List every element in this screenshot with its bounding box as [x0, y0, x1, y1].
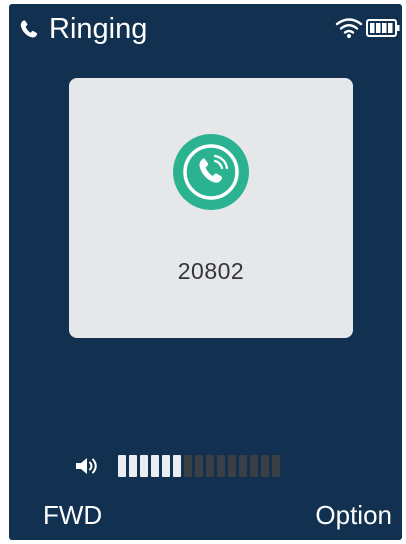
wifi-icon [335, 18, 363, 38]
phone-handset-icon [20, 20, 38, 38]
volume-segment [217, 455, 225, 477]
volume-segment [173, 455, 181, 477]
volume-segment [239, 455, 247, 477]
call-card: 20802 [69, 78, 353, 338]
status-bar: Ringing [9, 4, 402, 54]
speaker-icon [76, 458, 97, 474]
volume-segment [272, 455, 280, 477]
volume-segment [261, 455, 269, 477]
volume-segment [129, 455, 137, 477]
volume-segment [195, 455, 203, 477]
battery-icon [366, 19, 400, 37]
fwd-softkey[interactable]: FWD [43, 500, 102, 530]
volume-segment [140, 455, 148, 477]
volume-segment [206, 455, 214, 477]
option-softkey[interactable]: Option [315, 500, 392, 530]
volume-segment [151, 455, 159, 477]
volume-segment [162, 455, 170, 477]
call-status-text: Ringing [49, 13, 148, 45]
volume-level-bar[interactable] [118, 455, 280, 477]
incoming-call-icon [173, 134, 249, 210]
caller-number: 20802 [177, 258, 245, 284]
volume-segment [184, 455, 192, 477]
phone-screen: Ringing 20802 FWD Option [9, 4, 402, 540]
volume-segment [228, 455, 236, 477]
volume-segment [250, 455, 258, 477]
volume-segment [118, 455, 126, 477]
volume-control[interactable] [74, 449, 374, 483]
